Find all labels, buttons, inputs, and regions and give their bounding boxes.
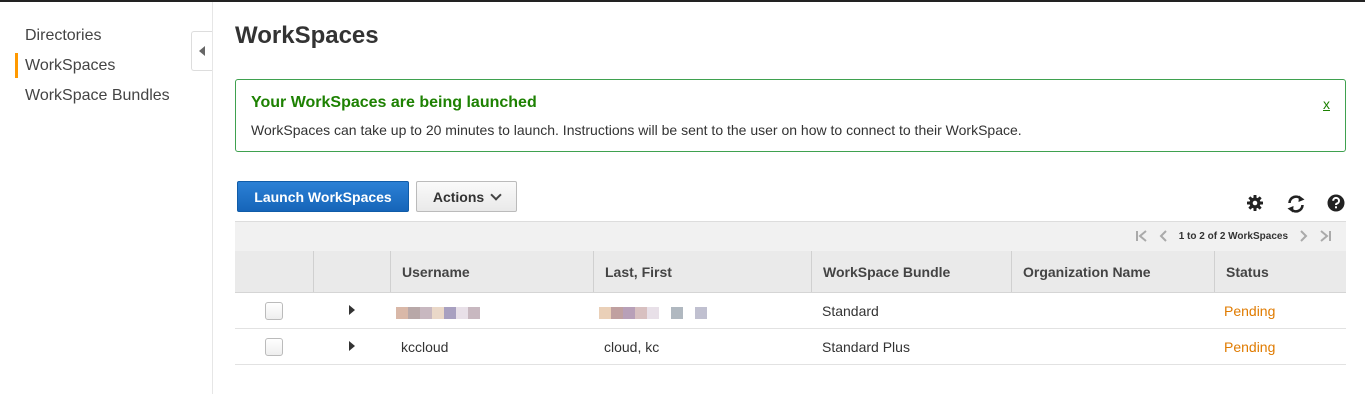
redacted-name (599, 306, 707, 319)
pagination-text: 1 to 2 of 2 WorkSpaces (1178, 230, 1288, 242)
sidebar-item-workspaces[interactable]: WorkSpaces (25, 57, 115, 75)
help-icon[interactable] (1327, 194, 1345, 212)
table-header: Username Last, First WorkSpace Bundle Or… (235, 251, 1346, 293)
sidebar: Directories WorkSpaces WorkSpace Bundles (0, 2, 213, 394)
column-header-expand (313, 251, 391, 292)
chevron-left-icon (199, 46, 205, 56)
column-header-workspace-bundle[interactable]: WorkSpace Bundle (811, 251, 1011, 292)
next-page-icon[interactable] (1296, 229, 1310, 243)
status-cell: Pending (1224, 338, 1276, 355)
bundle-cell: Standard (822, 302, 879, 319)
pagination-bar: 1 to 2 of 2 WorkSpaces (235, 221, 1346, 252)
last-first-cell: cloud, kc (604, 338, 660, 355)
column-header-status[interactable]: Status (1214, 251, 1346, 292)
status-cell: Pending (1224, 302, 1276, 319)
first-page-icon[interactable] (1135, 229, 1149, 243)
bundle-cell: Standard Plus (822, 338, 910, 355)
table-row[interactable]: kccloud cloud, kc Standard Plus Pending (235, 329, 1346, 365)
redacted-username (396, 306, 480, 319)
expand-row-icon[interactable] (349, 305, 355, 315)
column-header-last-first[interactable]: Last, First (593, 251, 811, 292)
success-alert: Your WorkSpaces are being launched WorkS… (235, 79, 1346, 152)
column-header-select (235, 251, 313, 292)
row-checkbox[interactable] (265, 338, 283, 356)
sidebar-collapse-button[interactable] (191, 31, 212, 71)
username-cell-redacted (396, 293, 480, 328)
actions-dropdown[interactable]: Actions (416, 181, 517, 212)
last-first-cell-redacted (599, 293, 707, 328)
last-page-icon[interactable] (1318, 229, 1332, 243)
sidebar-item-directories[interactable]: Directories (25, 27, 101, 45)
row-checkbox[interactable] (265, 302, 283, 320)
alert-close-button[interactable]: x (1323, 96, 1330, 112)
sidebar-item-workspace-bundles[interactable]: WorkSpace Bundles (25, 87, 170, 105)
previous-page-icon[interactable] (1157, 229, 1171, 243)
table-row[interactable]: Standard Pending (235, 293, 1346, 329)
username-cell: kccloud (401, 338, 449, 355)
chevron-down-icon (490, 188, 502, 201)
sidebar-active-indicator (15, 53, 18, 78)
alert-title: Your WorkSpaces are being launched (251, 94, 537, 111)
gear-icon[interactable] (1246, 194, 1264, 212)
expand-row-icon[interactable] (349, 341, 355, 351)
page-title: WorkSpaces (235, 22, 379, 49)
pagination: 1 to 2 of 2 WorkSpaces (1135, 229, 1332, 243)
launch-workspaces-label: Launch WorkSpaces (254, 188, 392, 205)
column-header-organization-name[interactable]: Organization Name (1011, 251, 1214, 292)
refresh-icon[interactable] (1286, 194, 1306, 214)
alert-message: WorkSpaces can take up to 20 minutes to … (251, 122, 1022, 138)
column-header-username[interactable]: Username (390, 251, 594, 292)
launch-workspaces-button[interactable]: Launch WorkSpaces (237, 181, 409, 212)
actions-label: Actions (432, 188, 485, 205)
